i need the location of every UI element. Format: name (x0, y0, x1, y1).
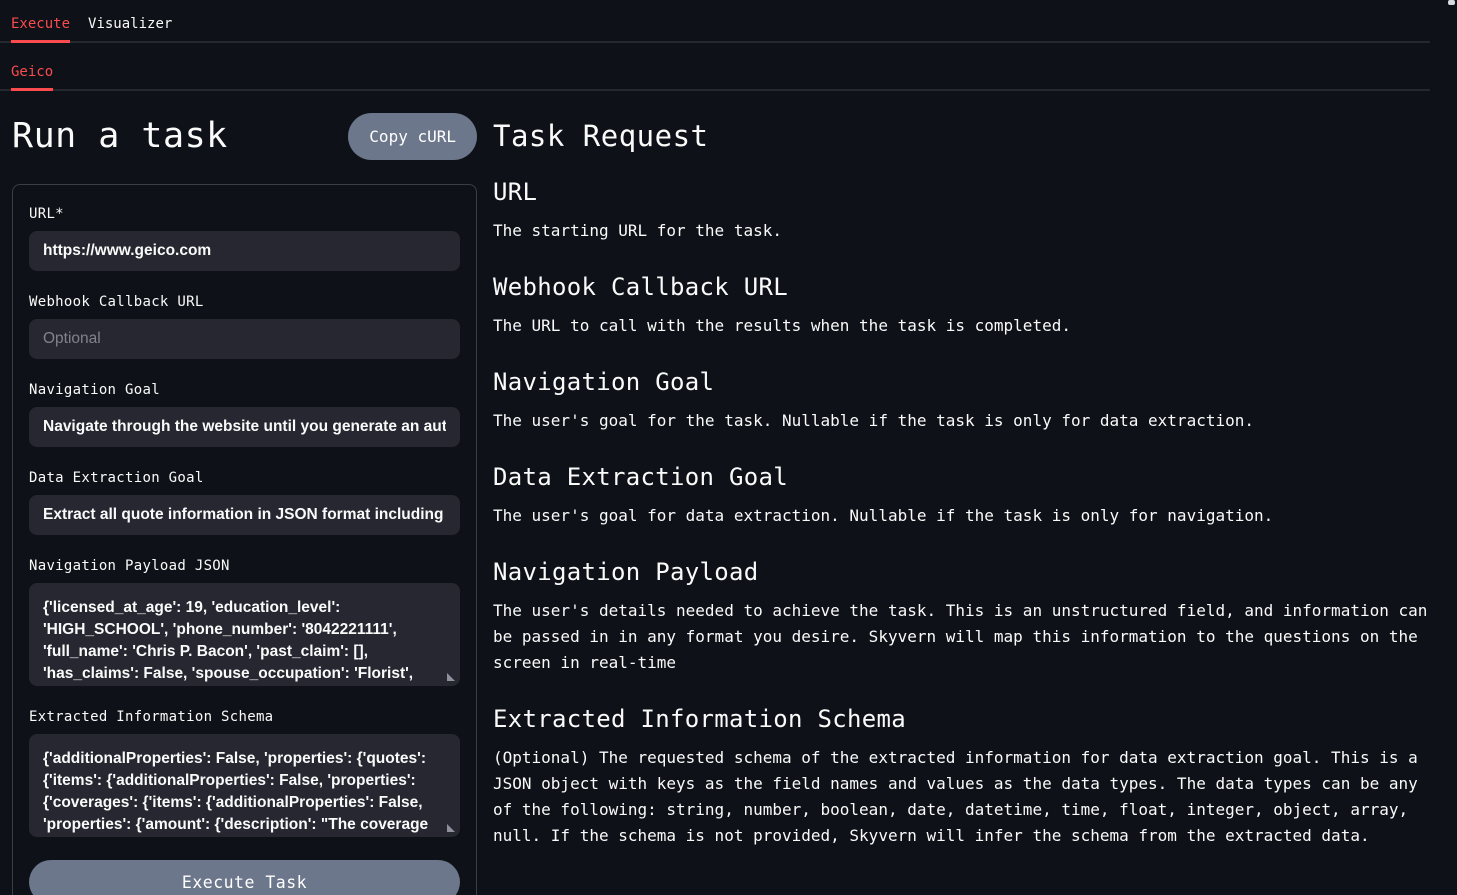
field-navigation-goal: Navigation Goal (29, 382, 460, 447)
main-content: Run a task Copy cURL URL* Webhook Callba… (0, 91, 1430, 895)
doc-heading-webhook: Webhook Callback URL (493, 273, 1430, 301)
navigation-goal-label: Navigation Goal (29, 382, 460, 398)
doc-heading-extracted-schema: Extracted Information Schema (493, 705, 1430, 733)
docs-column: Task Request URL The starting URL for th… (493, 112, 1430, 895)
docs-title: Task Request (493, 120, 1430, 152)
doc-heading-navigation-goal: Navigation Goal (493, 368, 1430, 396)
page-title: Run a task (12, 114, 228, 158)
field-url: URL* (29, 206, 460, 271)
doc-body-extracted-schema: (Optional) The requested schema of the e… (493, 745, 1430, 849)
webhook-label: Webhook Callback URL (29, 294, 460, 310)
sub-tabbar: Geico (0, 43, 1430, 91)
doc-body-data-extraction-goal: The user's goal for data extraction. Nul… (493, 503, 1430, 529)
field-extracted-schema: Extracted Information Schema {'additiona… (29, 709, 460, 837)
doc-heading-navigation-payload: Navigation Payload (493, 558, 1430, 586)
field-data-extraction-goal: Data Extraction Goal (29, 470, 460, 535)
doc-heading-url: URL (493, 178, 1430, 206)
main-tabbar: Execute Visualizer (0, 0, 1430, 43)
navigation-goal-input[interactable] (29, 407, 460, 447)
tab-execute[interactable]: Execute (11, 0, 70, 43)
extracted-schema-label: Extracted Information Schema (29, 709, 460, 725)
tab-visualizer[interactable]: Visualizer (88, 0, 172, 43)
task-form-card: URL* Webhook Callback URL Navigation Goa… (12, 184, 477, 895)
url-input[interactable] (29, 231, 460, 271)
extracted-schema-wrap: {'additionalProperties': False, 'propert… (29, 734, 460, 837)
url-label: URL* (29, 206, 460, 222)
app-root: Execute Visualizer Geico Run a task Copy… (0, 0, 1457, 895)
resize-handle-icon[interactable] (447, 824, 455, 832)
doc-body-navigation-payload: The user's details needed to achieve the… (493, 598, 1430, 676)
doc-heading-data-extraction-goal: Data Extraction Goal (493, 463, 1430, 491)
webhook-input[interactable] (29, 319, 460, 359)
navigation-payload-label: Navigation Payload JSON (29, 558, 460, 574)
doc-body-url: The starting URL for the task. (493, 218, 1430, 244)
scrollbar-thumb[interactable] (1448, 0, 1455, 5)
field-navigation-payload: Navigation Payload JSON {'licensed_at_ag… (29, 558, 460, 686)
resize-handle-icon[interactable] (447, 673, 455, 681)
page: Execute Visualizer Geico Run a task Copy… (0, 0, 1430, 895)
data-extraction-goal-label: Data Extraction Goal (29, 470, 460, 486)
task-form-column: Run a task Copy cURL URL* Webhook Callba… (12, 112, 477, 895)
doc-body-webhook: The URL to call with the results when th… (493, 313, 1430, 339)
field-webhook: Webhook Callback URL (29, 294, 460, 359)
form-header: Run a task Copy cURL (12, 112, 477, 160)
doc-body-navigation-goal: The user's goal for the task. Nullable i… (493, 408, 1430, 434)
extracted-schema-textarea[interactable]: {'additionalProperties': False, 'propert… (29, 734, 460, 837)
tab-geico[interactable]: Geico (11, 43, 53, 91)
copy-curl-button[interactable]: Copy cURL (348, 113, 477, 160)
execute-task-button[interactable]: Execute Task (29, 860, 460, 895)
data-extraction-goal-input[interactable] (29, 495, 460, 535)
navigation-payload-wrap: {'licensed_at_age': 19, 'education_level… (29, 583, 460, 686)
navigation-payload-textarea[interactable]: {'licensed_at_age': 19, 'education_level… (29, 583, 460, 686)
